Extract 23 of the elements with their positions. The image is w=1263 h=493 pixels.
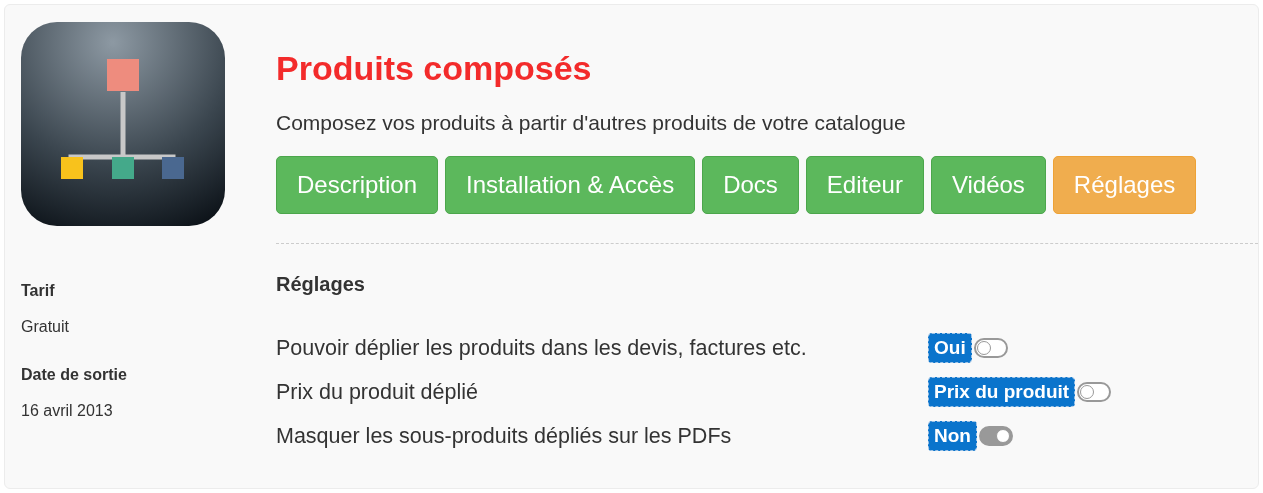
tab[interactable]: Editeur (805, 156, 924, 214)
setting-label: Prix du produit déplié (276, 379, 479, 405)
app-description: Composez vos produits à partir d'autres produits de votre catalogue (276, 110, 907, 136)
tab[interactable]: Vidéos (930, 156, 1046, 214)
section-heading: Réglages (276, 272, 366, 296)
tab[interactable]: Description (276, 156, 439, 214)
setting-value[interactable]: Oui (928, 333, 972, 363)
tab[interactable]: Réglages (1052, 156, 1197, 214)
toggle-switch[interactable] (973, 338, 1008, 358)
setting-value[interactable]: Non (928, 421, 977, 451)
setting-label: Pouvoir déplier les produits dans les devis, factures etc. (276, 335, 808, 361)
info-label: Date de sortie (21, 366, 128, 384)
toggle-switch[interactable] (1077, 382, 1112, 402)
info-value: 16 avril 2013 (21, 402, 114, 420)
hierarchy-icon (21, 22, 225, 226)
info-value: Gratuit (21, 318, 70, 336)
tab[interactable]: Installation & Accès (445, 156, 696, 214)
app-title: Produits composés (276, 48, 593, 88)
setting-value[interactable]: Prix du produit (928, 377, 1076, 407)
tab[interactable]: Docs (702, 156, 799, 214)
toggle-switch[interactable] (978, 426, 1013, 446)
setting-label: Masquer les sous-produits dépliés sur les PDFs (276, 423, 733, 449)
info-label: Tarif (21, 282, 56, 300)
